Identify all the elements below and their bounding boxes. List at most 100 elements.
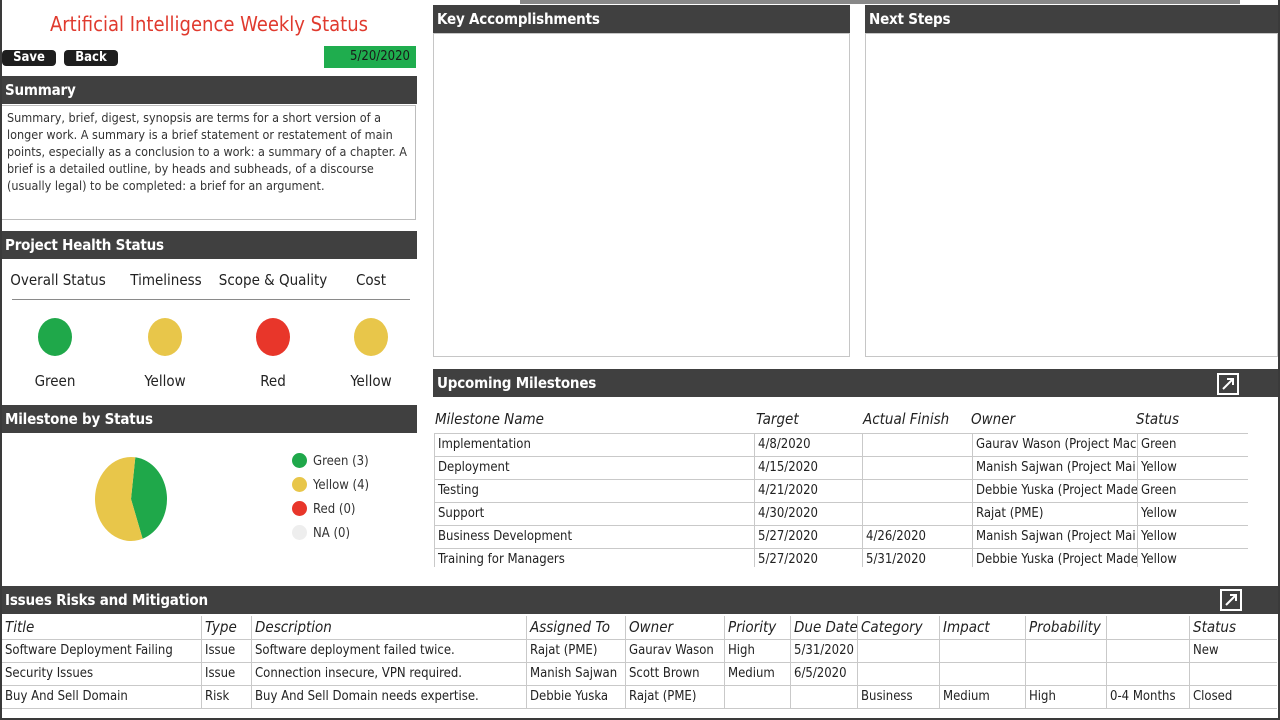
- issue-impact-cell: [939, 661, 1026, 686]
- issue-priority-cell: [724, 684, 791, 709]
- ms-name-cell: Support: [434, 502, 755, 526]
- next-steps-panel[interactable]: [865, 33, 1278, 357]
- issue-row[interactable]: Buy And Sell Domain Risk Buy And Sell Doma…: [1, 684, 1277, 709]
- ms-target-cell: 5/27/2020: [754, 548, 863, 567]
- ms-status-cell: Yellow: [1137, 548, 1248, 567]
- issue-owner-cell: Scott Brown: [625, 661, 725, 686]
- issue-category-cell: [857, 661, 940, 686]
- issue-title-cell: Buy And Sell Domain: [1, 684, 202, 709]
- ms-owner-cell: Rajat (PME): [972, 502, 1138, 526]
- legend-item-na: NA (0): [292, 524, 412, 544]
- legend-swatch-red: [292, 501, 307, 516]
- overall-status-text: Green: [34, 372, 76, 390]
- milestone-row[interactable]: Deployment 4/15/2020 Manish Sajwan (Projec…: [434, 456, 1248, 480]
- issue-probability-cell: [1025, 661, 1107, 686]
- app-title: Artificial Intelligence Weekly Status: [49, 12, 369, 36]
- milestones-table: Implementation 4/8/2020 Gaurav Wason (Proj…: [434, 433, 1248, 567]
- ms-status-cell: Green: [1137, 433, 1248, 457]
- issue-assigned-to-cell: Rajat (PME): [526, 638, 626, 663]
- issues-col-title: Title: [1, 616, 202, 640]
- issue-description-cell: Software deployment failed twice.: [251, 638, 527, 663]
- issues-col-due-date: Due Date: [790, 616, 858, 640]
- issues-col-priority: Priority: [724, 616, 791, 640]
- milestone-row[interactable]: Training for Managers 5/27/2020 5/31/2020 D…: [434, 548, 1248, 567]
- issues-table: Title Type Description Assigned To Owner Prio…: [1, 616, 1277, 709]
- issue-due-date-cell: [790, 684, 858, 709]
- ms-status-cell: Yellow: [1137, 502, 1248, 526]
- issue-type-cell: Risk: [201, 684, 252, 709]
- next-steps-header: Next Steps: [865, 5, 1278, 33]
- legend-item-yellow: Yellow (4): [292, 476, 412, 496]
- ms-col-name: Milestone Name: [435, 410, 544, 428]
- milestone-row[interactable]: Implementation 4/8/2020 Gaurav Wason (Proj…: [434, 433, 1248, 457]
- back-button[interactable]: Back: [64, 50, 118, 66]
- issues-col-owner: Owner: [625, 616, 725, 640]
- ms-owner-cell: Debbie Yuska (Project Made: [972, 479, 1138, 503]
- issue-owner-cell: Rajat (PME): [625, 684, 725, 709]
- issue-due-date-cell: 6/5/2020: [790, 661, 858, 686]
- ms-actual-finish-cell: [862, 433, 973, 457]
- scope-quality-status-text: Red: [260, 372, 286, 390]
- milestones-table-viewport[interactable]: Implementation 4/8/2020 Gaurav Wason (Proj…: [434, 433, 1248, 567]
- ms-name-cell: Implementation: [434, 433, 755, 457]
- ms-owner-cell: Debbie Yuska (Project Made: [972, 548, 1138, 567]
- key-accomplishments-header: Key Accomplishments: [433, 5, 850, 33]
- cost-indicator: [354, 318, 388, 356]
- issue-status-cell: [1189, 661, 1277, 686]
- expand-arrow-icon: [1225, 594, 1237, 606]
- issue-category-cell: Business: [857, 684, 940, 709]
- summary-text: Summary, brief, digest, synopsis are ter…: [1, 105, 416, 220]
- ms-name-cell: Training for Managers: [434, 548, 755, 567]
- ms-name-cell: Testing: [434, 479, 755, 503]
- health-label-scope-quality: Scope & Quality: [218, 271, 328, 289]
- issue-description-cell: Connection insecure, VPN required.: [251, 661, 527, 686]
- milestone-status-legend: Green (3) Yellow (4) Red (0) NA (0): [292, 452, 412, 544]
- issues-col-probability: Probability: [1025, 616, 1107, 640]
- legend-item-red: Red (0): [292, 500, 412, 520]
- issue-row[interactable]: Security Issues Issue Connection insecure,…: [1, 661, 1277, 686]
- legend-swatch-yellow: [292, 477, 307, 492]
- ms-actual-finish-cell: [862, 502, 973, 526]
- issue-status-cell: Closed: [1189, 684, 1277, 709]
- legend-label-green: Green (3): [313, 454, 369, 469]
- issues-expand-icon[interactable]: [1220, 589, 1242, 611]
- milestone-row[interactable]: Support 4/30/2020 Rajat (PME) Yellow: [434, 502, 1248, 526]
- ms-name-cell: Business Development: [434, 525, 755, 549]
- issue-status-cell: New: [1189, 638, 1277, 663]
- issue-title-cell: Security Issues: [1, 661, 202, 686]
- ms-name-cell: Deployment: [434, 456, 755, 480]
- legend-item-green: Green (3): [292, 452, 412, 472]
- issues-col-timeframe: [1106, 616, 1190, 640]
- issues-title: Issues Risks and Mitigation: [5, 591, 208, 609]
- issue-due-date-cell: 5/31/2020: [790, 638, 858, 663]
- issues-col-assigned-to: Assigned To: [526, 616, 626, 640]
- ms-actual-finish-cell: [862, 479, 973, 503]
- milestones-expand-icon[interactable]: [1217, 373, 1239, 395]
- scope-quality-indicator: [256, 318, 290, 356]
- milestone-row[interactable]: Testing 4/21/2020 Debbie Yuska (Project Ma…: [434, 479, 1248, 503]
- save-button[interactable]: Save: [2, 50, 56, 66]
- issues-col-status: Status: [1189, 616, 1277, 640]
- issues-col-description: Description: [251, 616, 527, 640]
- cost-status-text: Yellow: [350, 372, 392, 390]
- issue-probability-cell: [1025, 638, 1107, 663]
- issue-row[interactable]: Software Deployment Failing Issue Software…: [1, 638, 1277, 663]
- legend-swatch-green: [292, 453, 307, 468]
- ms-status-cell: Green: [1137, 479, 1248, 503]
- milestone-status-pie-chart: [95, 457, 167, 541]
- issue-impact-cell: Medium: [939, 684, 1026, 709]
- ms-actual-finish-cell: 4/26/2020: [862, 525, 973, 549]
- status-date-badge: 5/20/2020: [324, 46, 416, 68]
- key-accomplishments-panel[interactable]: [433, 33, 850, 357]
- issue-priority-cell: Medium: [724, 661, 791, 686]
- ms-target-cell: 4/8/2020: [754, 433, 863, 457]
- issues-header: Issues Risks and Mitigation: [1, 586, 1278, 614]
- ms-status-cell: Yellow: [1137, 525, 1248, 549]
- timeliness-status-text: Yellow: [144, 372, 186, 390]
- issue-impact-cell: [939, 638, 1026, 663]
- ms-col-target: Target: [756, 410, 799, 428]
- milestone-row[interactable]: Business Development 5/27/2020 4/26/2020 Ma…: [434, 525, 1248, 549]
- upcoming-milestones-title: Upcoming Milestones: [437, 374, 597, 392]
- issue-owner-cell: Gaurav Wason: [625, 638, 725, 663]
- issues-table-viewport[interactable]: Title Type Description Assigned To Owner Prio…: [1, 616, 1277, 712]
